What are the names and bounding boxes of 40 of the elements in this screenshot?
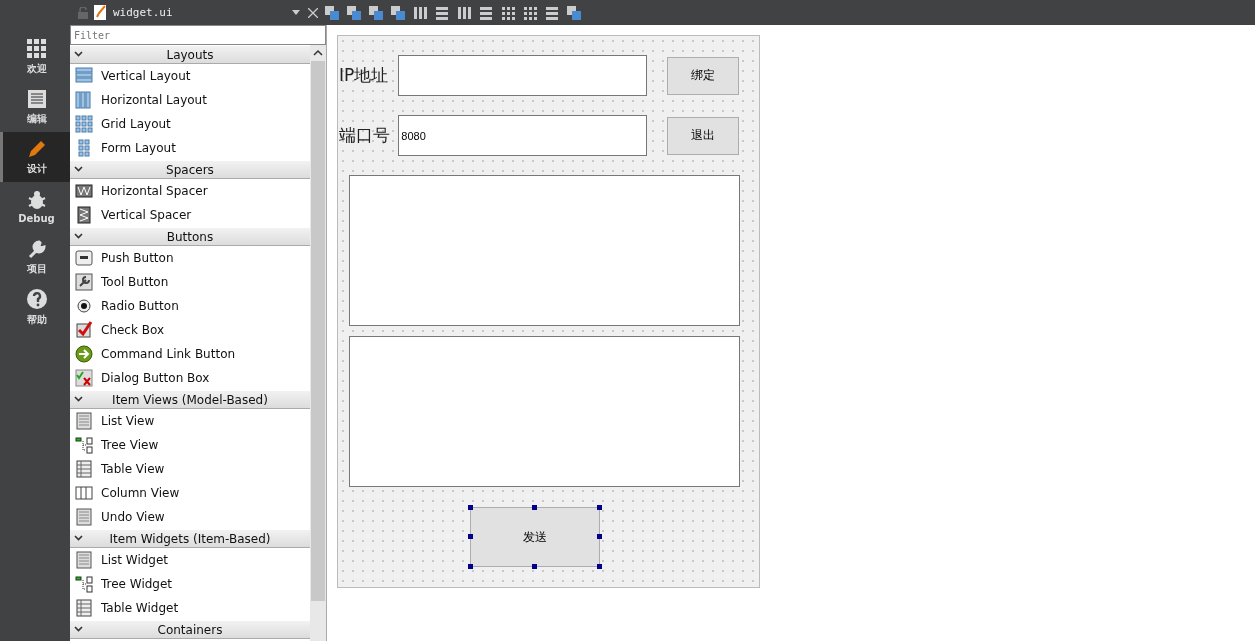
widget-item[interactable]: Command Link Button xyxy=(70,342,310,366)
port-field[interactable]: 8080 xyxy=(398,115,647,156)
quit-button[interactable]: 退出 xyxy=(666,116,739,155)
widget-item[interactable]: Vertical Spacer xyxy=(70,203,310,227)
widget-item[interactable]: Check Box xyxy=(70,318,310,342)
widget-item[interactable]: Table View xyxy=(70,457,310,481)
widget-item[interactable]: Column View xyxy=(70,481,310,505)
category-header[interactable]: Buttons xyxy=(70,227,310,246)
widget-item[interactable]: Tree Widget xyxy=(70,572,310,596)
category-header[interactable]: Layouts xyxy=(70,45,310,64)
category-header[interactable]: Containers xyxy=(70,620,310,639)
widget-item[interactable]: Table Widget xyxy=(70,596,310,620)
mode-tab[interactable]: 项目 xyxy=(0,232,70,282)
ip-label: IP地址 xyxy=(339,64,390,87)
widget-item[interactable]: Radio Button xyxy=(70,294,310,318)
widget-item[interactable]: Tree View xyxy=(70,433,310,457)
widget-item[interactable]: List View xyxy=(70,409,310,433)
mode-tab[interactable]: 设计 xyxy=(0,132,70,182)
widget-item[interactable]: Form Layout xyxy=(70,136,310,160)
mode-tab[interactable]: 欢迎 xyxy=(0,32,70,82)
port-label: 端口号 xyxy=(339,124,391,147)
bind-button[interactable]: 绑定 xyxy=(666,56,739,95)
widget-item[interactable]: Horizontal Spacer xyxy=(70,179,310,203)
mode-tab[interactable]: 编辑 xyxy=(0,82,70,132)
category-header[interactable]: Spacers xyxy=(70,160,310,179)
category-header[interactable]: Item Widgets (Item-Based) xyxy=(70,529,310,548)
widget-item[interactable]: Push Button xyxy=(70,246,310,270)
mode-tab[interactable]: Debug xyxy=(0,182,70,232)
category-header[interactable]: Item Views (Model-Based) xyxy=(70,390,310,409)
widget-item[interactable]: List Widget xyxy=(70,548,310,572)
widget-item[interactable]: Undo View xyxy=(70,505,310,529)
widget-item[interactable]: Vertical Layout xyxy=(70,64,310,88)
widget-item[interactable]: Tool Button xyxy=(70,270,310,294)
filter-field[interactable]: Filter xyxy=(70,25,326,45)
widget-item[interactable]: Horizontal Layout xyxy=(70,88,310,112)
file-name[interactable]: widget.ui xyxy=(113,6,286,19)
widget-item[interactable]: Grid Layout xyxy=(70,112,310,136)
mode-tab[interactable]: 帮助 xyxy=(0,282,70,332)
send-button[interactable]: 发送 xyxy=(470,507,600,567)
widget-item[interactable]: Dialog Button Box xyxy=(70,366,310,390)
